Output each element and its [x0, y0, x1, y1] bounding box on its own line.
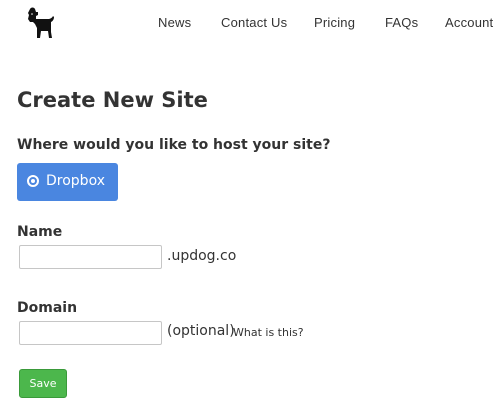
nav-faqs[interactable]: FAQs	[385, 15, 418, 30]
what-is-this-link[interactable]: What is this?	[233, 326, 304, 339]
dropbox-option-button[interactable]: Dropbox	[17, 163, 118, 201]
domain-suffix: .updog.co	[167, 248, 237, 264]
domain-input[interactable]	[19, 321, 162, 345]
nav-contact-us[interactable]: Contact Us	[221, 15, 287, 30]
hosting-question: Where would you like to host your site?	[17, 137, 331, 153]
name-input[interactable]	[19, 245, 162, 269]
dropbox-option-label: Dropbox	[46, 173, 105, 189]
nav-news[interactable]: News	[158, 15, 191, 30]
nav-account[interactable]: Account	[445, 15, 493, 30]
page: News Contact Us Pricing FAQs Account Cre…	[0, 0, 500, 419]
optional-text: (optional)	[167, 323, 235, 339]
radio-selected-icon[interactable]	[27, 175, 39, 187]
nav-pricing[interactable]: Pricing	[314, 15, 355, 30]
domain-label: Domain	[17, 300, 78, 316]
name-label: Name	[17, 224, 63, 240]
top-nav: News Contact Us Pricing FAQs Account	[0, 15, 500, 33]
save-button[interactable]: Save	[19, 369, 67, 398]
page-title: Create New Site	[17, 88, 208, 112]
